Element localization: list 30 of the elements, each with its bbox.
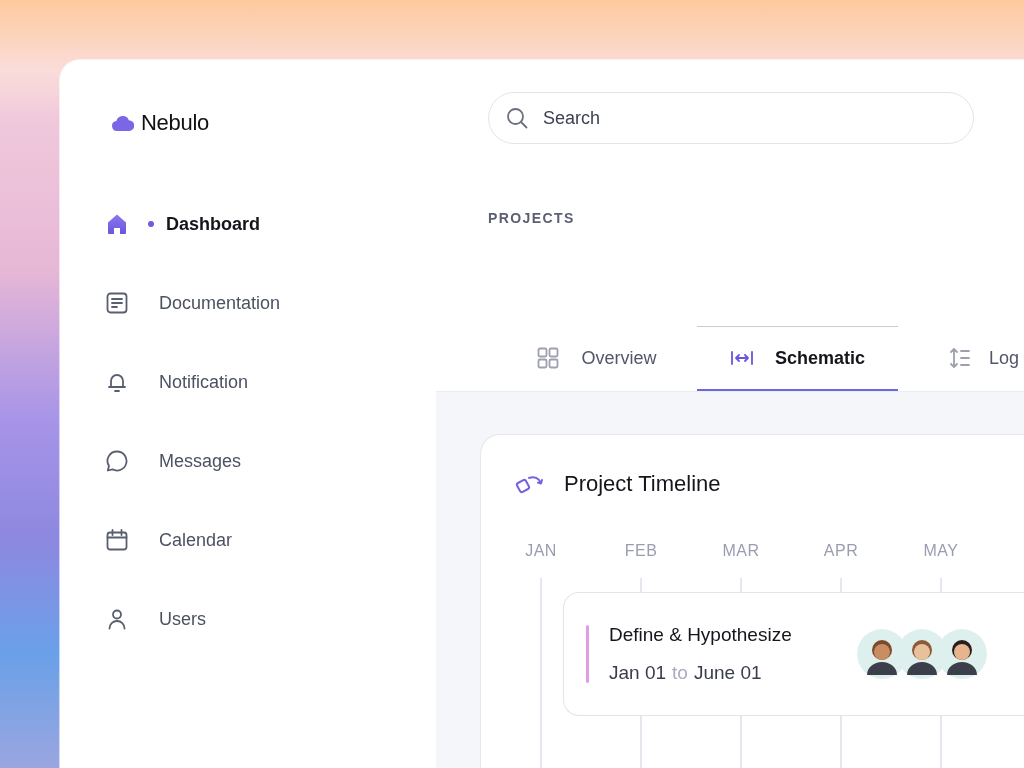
app-logo-text: Nebulo: [141, 110, 209, 136]
sidebar-item[interactable]: Messages: [105, 437, 436, 485]
search-icon: [505, 106, 529, 130]
month-label: APR: [822, 542, 860, 560]
home-icon: [105, 212, 129, 236]
grid-icon: [536, 346, 561, 370]
active-dot-icon: [148, 221, 154, 227]
month-label: MAR: [721, 542, 761, 560]
month-label: FEB: [623, 542, 659, 560]
section-label: PROJECTS: [488, 210, 575, 226]
tab[interactable]: Overview: [496, 326, 697, 391]
search-input[interactable]: Search: [541, 106, 957, 130]
tab[interactable]: Log: [898, 326, 1020, 391]
date-separator: to: [672, 662, 688, 684]
month-label: JAN: [524, 542, 558, 560]
sidebar-item[interactable]: Documentation: [105, 279, 436, 327]
chat-bubble-icon: [105, 449, 129, 473]
sort-list-icon: [948, 346, 972, 370]
sidebar-item[interactable]: Users: [105, 595, 436, 643]
cloud-logo-icon: [112, 115, 134, 131]
card-title: Project Timeline: [564, 471, 721, 497]
task-title: Define & Hypothesize: [609, 624, 793, 646]
month-label: MAY: [922, 542, 960, 560]
document-icon: [105, 291, 129, 315]
start-date: Jan 01: [609, 662, 667, 684]
sidebar-item[interactable]: Notification: [105, 358, 436, 406]
sidebar-item[interactable]: Calendar: [105, 516, 436, 564]
end-date: June 01: [693, 662, 762, 684]
calendar-icon: [105, 528, 129, 552]
sidebar-item[interactable]: Dashboard: [105, 200, 436, 248]
